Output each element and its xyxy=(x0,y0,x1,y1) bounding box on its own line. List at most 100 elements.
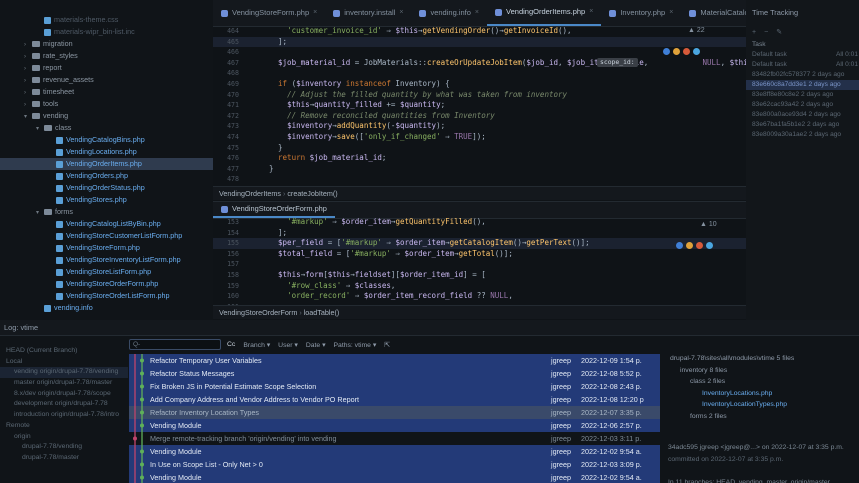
tree-file[interactable]: vending.info xyxy=(0,302,213,314)
chrome-icon[interactable] xyxy=(686,242,693,249)
code-line[interactable]: 474 $inventory→save(['only_if_changed' ⇒… xyxy=(213,132,746,143)
breadcrumb-method[interactable]: loadTable() xyxy=(304,308,340,317)
edge-icon[interactable] xyxy=(693,48,700,55)
editor-tab[interactable]: vending.info × xyxy=(411,0,487,26)
breadcrumb-class[interactable]: VendingStoreOrderForm xyxy=(219,308,297,317)
details-file[interactable]: InventoryLocations.php xyxy=(662,388,859,400)
tree-file[interactable]: VendingStores.php xyxy=(0,194,213,206)
paths-filter[interactable]: Paths: vtime ▾ xyxy=(332,341,379,349)
details-folder[interactable]: forms 2 files xyxy=(662,411,859,423)
tree-file[interactable]: VendingStoreCustomerListForm.php xyxy=(0,230,213,242)
editor-bottom-pane[interactable]: 153 '#markup' ⇒ $order_item→getQuantityF… xyxy=(213,217,746,312)
code-line[interactable]: 471 $this→quantity_filled += $quantity; xyxy=(213,100,746,111)
tree-folder[interactable]: › revenue_assets xyxy=(0,74,213,86)
editor-tab[interactable]: VendingOrderItems.php × xyxy=(487,0,602,26)
code-line[interactable]: 465 ]; xyxy=(213,36,746,48)
code-line[interactable]: 464 'customer_invoice_id' ⇒ $this→getVen… xyxy=(213,26,746,37)
details-branches[interactable]: In 11 branches: HEAD, vending, master, o… xyxy=(662,477,859,483)
commit-row[interactable]: Vending Module jgreep 2022-12-02 9:54 a. xyxy=(129,445,660,458)
time-entry[interactable]: 83e800a0ace93d4 2 days ago xyxy=(746,110,859,120)
code-line[interactable]: 154 ]; xyxy=(213,228,746,239)
code-line[interactable]: 472 // Remove reconciled quantities from… xyxy=(213,111,746,122)
tree-folder[interactable]: ▾ vending xyxy=(0,110,213,122)
breadcrumb-method[interactable]: createJobItem() xyxy=(287,189,337,198)
branch-item[interactable]: master origin/drupal-7.78/master xyxy=(0,378,128,389)
ie-icon[interactable] xyxy=(663,48,670,55)
editor-tab[interactable]: inventory.install × xyxy=(325,0,411,26)
code-line[interactable]: 467 $job_material_id = JobMaterials::cre… xyxy=(213,58,746,69)
branch-item[interactable]: development origin/drupal-7.78 xyxy=(0,399,128,410)
tree-folder[interactable]: › timesheet xyxy=(0,86,213,98)
code-line[interactable]: 157 xyxy=(213,259,746,270)
code-line[interactable]: 473 $inventory→addQuantity(-$quantity); xyxy=(213,121,746,132)
close-icon[interactable]: × xyxy=(589,0,593,24)
tree-folder[interactable]: › migration xyxy=(0,38,213,50)
time-entry[interactable]: 83e8009a30a1ae2 2 days ago xyxy=(746,130,859,140)
branch-item[interactable]: introduction origin/drupal-7.78/intro xyxy=(0,410,128,421)
tree-folder[interactable]: ▾ forms xyxy=(0,206,213,218)
time-entry[interactable]: Default task All 0:01 xyxy=(746,60,859,70)
browser-preview-icons[interactable] xyxy=(663,48,700,55)
breadcrumb-class[interactable]: VendingOrderItems xyxy=(219,189,281,198)
case-toggle[interactable]: Cc xyxy=(225,341,237,348)
code-line[interactable]: 153 '#markup' ⇒ $order_item→getQuantityF… xyxy=(213,217,746,228)
date-filter[interactable]: Date ▾ xyxy=(304,341,328,349)
top-warnings-count[interactable]: ▲ 22 xyxy=(688,27,705,34)
user-filter[interactable]: User ▾ xyxy=(276,341,300,349)
add-icon[interactable]: + xyxy=(752,26,756,40)
tree-folder[interactable]: › rate_styles xyxy=(0,50,213,62)
details-file[interactable]: InventoryLocationTypes.php xyxy=(662,399,859,411)
code-line[interactable]: 475 } xyxy=(213,143,746,154)
git-search-input[interactable]: Q- xyxy=(129,339,221,350)
branch-item[interactable]: origin xyxy=(0,432,128,443)
branch-item[interactable]: drupal-7.78/vending xyxy=(0,442,128,453)
top-breadcrumb[interactable]: VendingOrderItems › createJobItem() xyxy=(213,186,746,200)
close-icon[interactable]: × xyxy=(475,0,479,26)
tree-file[interactable]: VendingOrderItems.php xyxy=(0,158,213,170)
commit-row[interactable]: Vending Module jgreep 2022-12-02 9:54 a. xyxy=(129,471,660,483)
tree-folder[interactable]: › report xyxy=(0,62,213,74)
browser-preview-icons-bottom[interactable] xyxy=(676,242,713,249)
tree-file[interactable]: VendingStoreOrderForm.php xyxy=(0,278,213,290)
commit-row[interactable]: Refactor Status Messages jgreep 2022-12-08… xyxy=(129,367,660,380)
time-entry[interactable]: 83e62cac93a42 2 days ago xyxy=(746,100,859,110)
bottom-pane-tab[interactable]: VendingStoreOrderForm.php xyxy=(213,202,335,218)
branch-item[interactable]: HEAD (Current Branch) xyxy=(0,346,128,357)
tree-file[interactable]: VendingOrders.php xyxy=(0,170,213,182)
commit-row[interactable]: Add Company Address and Vendor Address t… xyxy=(129,393,660,406)
editor-tab[interactable]: Inventory.php × xyxy=(601,0,681,26)
code-line[interactable]: 159 '#row_class' ⇒ $classes, xyxy=(213,281,746,292)
details-commit-hash[interactable]: 34adc595 jgreep <jgreep@...> on 2022-12-… xyxy=(662,442,859,454)
tree-file[interactable]: VendingLocations.php xyxy=(0,146,213,158)
details-folder[interactable]: class 2 files xyxy=(662,376,859,388)
firefox-icon[interactable] xyxy=(696,242,703,249)
remove-icon[interactable]: − xyxy=(764,26,768,40)
branch-item[interactable]: drupal-7.78/master xyxy=(0,453,128,464)
time-entry[interactable]: 83482fb02fc578377 2 days ago xyxy=(746,70,859,80)
bottom-breadcrumb[interactable]: VendingStoreOrderForm › loadTable() xyxy=(213,305,746,319)
editor-tab[interactable]: MaterialCatalog.php× xyxy=(681,0,746,26)
new-tab-icon[interactable]: ⇱ xyxy=(382,341,392,349)
code-line[interactable]: 477} xyxy=(213,164,746,175)
commit-row[interactable]: Merge remote-tracking branch 'origin/ven… xyxy=(129,432,660,445)
ie-icon[interactable] xyxy=(676,242,683,249)
code-line[interactable]: 468 xyxy=(213,68,746,79)
bottom-warnings-count[interactable]: ▲ 10 xyxy=(700,221,717,228)
tree-folder[interactable]: › tools xyxy=(0,98,213,110)
branch-item[interactable]: 8.x/dev origin/drupal-7.78/scope xyxy=(0,389,128,400)
tree-file[interactable]: VendingCatalogListByBin.php xyxy=(0,218,213,230)
commit-row[interactable]: Vending Module jgreep 2022-12-06 2:57 p. xyxy=(129,419,660,432)
code-line[interactable]: 476 return $job_material_id; xyxy=(213,153,746,164)
editor-tab[interactable]: VendingStoreForm.php × xyxy=(213,0,325,26)
time-entry[interactable]: Default task All 0:01 xyxy=(746,50,859,60)
tree-file[interactable]: materials-theme.css xyxy=(0,14,213,26)
branch-item[interactable]: vending origin/drupal-7.78/vending xyxy=(0,367,128,379)
commit-row[interactable]: Fix Broken JS in Potential Estimate Scop… xyxy=(129,380,660,393)
firefox-icon[interactable] xyxy=(683,48,690,55)
tree-file[interactable]: VendingStoreInventoryListForm.php xyxy=(0,254,213,266)
close-icon[interactable]: × xyxy=(399,0,403,26)
close-icon[interactable]: × xyxy=(669,0,673,26)
edge-icon[interactable] xyxy=(706,242,713,249)
branch-filter[interactable]: Branch ▾ xyxy=(241,341,272,349)
code-line[interactable]: 478 xyxy=(213,174,746,185)
